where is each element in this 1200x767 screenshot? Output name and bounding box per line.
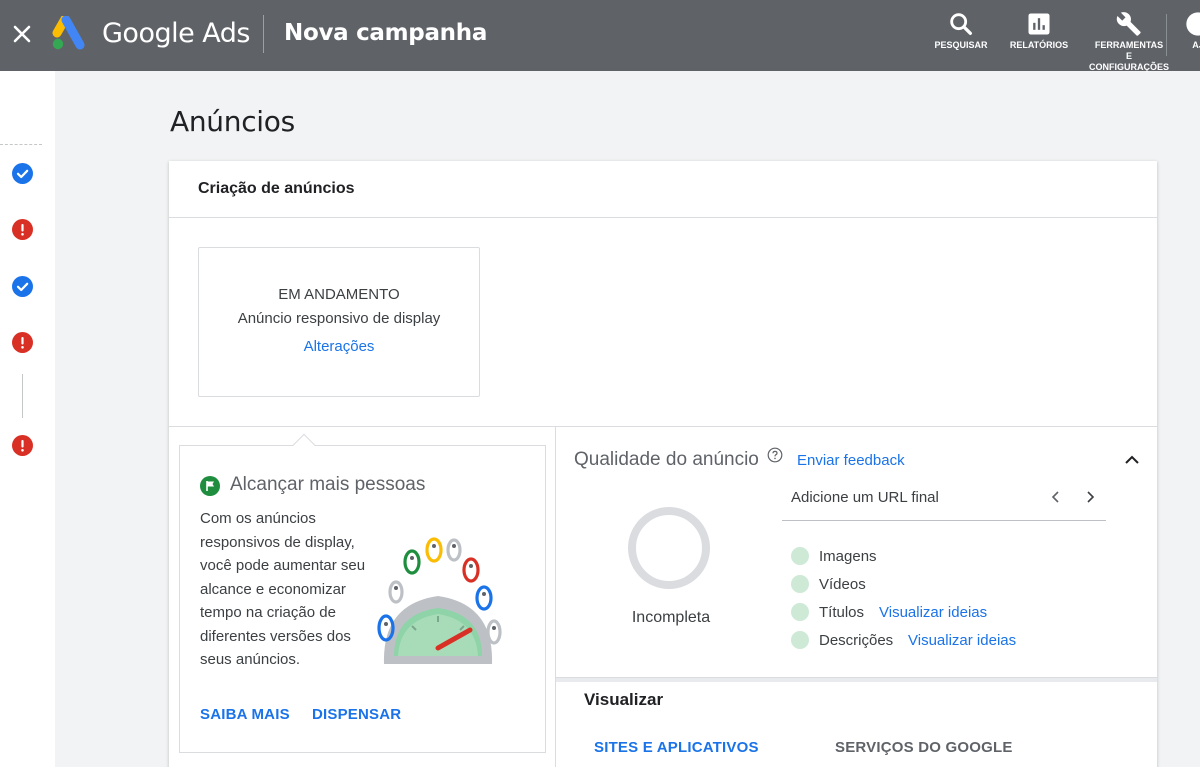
ad-creation-card: Criação de anúncios EM ANDAMENTO Anúncio… bbox=[169, 161, 1157, 767]
reports-button[interactable]: RELATÓRIOS bbox=[1008, 10, 1070, 51]
divider bbox=[263, 15, 264, 53]
status-dot bbox=[791, 575, 809, 593]
ad-status: EM ANDAMENTO bbox=[278, 286, 400, 303]
quality-item-label: Vídeos bbox=[819, 576, 866, 593]
tools-label-1: FERRAMENTAS bbox=[1094, 40, 1164, 50]
quality-prompt: Adicione um URL final bbox=[791, 489, 939, 506]
tools-label-2: E bbox=[1125, 51, 1132, 61]
help-icon bbox=[1178, 10, 1200, 38]
quality-item-headlines: Títulos Visualizar ideias bbox=[791, 601, 1131, 623]
page-title: Anúncios bbox=[170, 105, 295, 138]
ad-tile[interactable]: EM ANDAMENTO Anúncio responsivo de displ… bbox=[198, 247, 480, 397]
step-complete-icon[interactable] bbox=[12, 276, 33, 297]
quality-item-images: Imagens bbox=[791, 545, 1131, 567]
step-complete-icon[interactable] bbox=[12, 163, 33, 184]
tab-sites-and-apps[interactable]: SITES E APLICATIVOS bbox=[594, 739, 759, 756]
step-connector bbox=[22, 374, 23, 418]
search-label: PESQUISAR bbox=[934, 40, 988, 50]
learn-more-button[interactable]: SAIBA MAIS bbox=[200, 706, 290, 723]
view-ideas-link[interactable]: Visualizar ideias bbox=[908, 632, 1016, 649]
help-label: AJ bbox=[1192, 40, 1200, 50]
bar-chart-icon bbox=[1008, 10, 1070, 38]
reach-more-tip: Alcançar mais pessoas Com os anúncios re… bbox=[179, 433, 546, 753]
flag-icon bbox=[200, 476, 220, 496]
card-header: Criação de anúncios bbox=[169, 161, 1157, 218]
status-dot bbox=[791, 603, 809, 621]
preview-title: Visualizar bbox=[584, 690, 664, 709]
quality-item-label: Títulos bbox=[819, 604, 865, 621]
google-ads-logo-icon bbox=[52, 14, 90, 50]
product-name: Google Ads bbox=[102, 18, 251, 49]
ad-quality-title: Qualidade do anúncio bbox=[574, 449, 759, 470]
ad-type: Anúncio responsivo de display bbox=[237, 310, 441, 327]
quality-status: Incompleta bbox=[631, 609, 711, 626]
step-error-icon[interactable] bbox=[12, 435, 33, 456]
help-button[interactable]: AJ bbox=[1178, 10, 1200, 51]
chevron-up-icon[interactable] bbox=[1121, 449, 1143, 471]
quality-item-label: Imagens bbox=[819, 548, 877, 565]
page-context-title: Nova campanha bbox=[284, 20, 488, 46]
tip-pointer bbox=[292, 433, 316, 457]
top-app-bar: Google Ads Nova campanha PESQUISAR RELAT… bbox=[0, 0, 1200, 73]
status-dot bbox=[791, 631, 809, 649]
tip-body: Com os anúncios responsivos de display, … bbox=[200, 510, 366, 668]
chevron-right-icon[interactable] bbox=[1080, 487, 1100, 507]
reports-label: RELATÓRIOS bbox=[1009, 40, 1069, 50]
tip-title: Alcançar mais pessoas bbox=[230, 474, 426, 495]
step-error-icon[interactable] bbox=[12, 219, 33, 240]
wrench-icon bbox=[1088, 10, 1170, 38]
send-feedback-link[interactable]: Enviar feedback bbox=[797, 452, 905, 469]
tools-label-3: CONFIGURAÇÕES bbox=[1088, 62, 1169, 72]
quality-ring bbox=[624, 503, 714, 593]
tab-google-services[interactable]: SERVIÇOS DO GOOGLE bbox=[835, 739, 1013, 756]
divider bbox=[782, 520, 1106, 521]
step-error-icon[interactable] bbox=[12, 332, 33, 353]
search-icon bbox=[933, 10, 989, 38]
preview-section: Visualizar SITES E APLICATIVOS SERVIÇOS … bbox=[556, 677, 1157, 767]
divider bbox=[0, 144, 42, 145]
ad-edit-link[interactable]: Alterações bbox=[199, 338, 479, 355]
quality-item-videos: Vídeos bbox=[791, 573, 1131, 595]
quality-item-label: Descrições bbox=[819, 632, 894, 649]
help-circle-icon[interactable] bbox=[767, 447, 783, 463]
steps-rail bbox=[0, 71, 55, 767]
divider bbox=[1166, 14, 1167, 56]
card-title: Criação de anúncios bbox=[198, 180, 355, 197]
search-button[interactable]: PESQUISAR bbox=[933, 10, 989, 51]
divider bbox=[556, 678, 1157, 682]
quality-item-descriptions: Descrições Visualizar ideias bbox=[791, 629, 1131, 651]
status-dot bbox=[791, 547, 809, 565]
chevron-left-icon[interactable] bbox=[1046, 487, 1066, 507]
ad-quality-panel: Qualidade do anúncio Enviar feedback Inc… bbox=[556, 427, 1157, 677]
speedometer-illustration bbox=[372, 534, 512, 674]
close-icon[interactable] bbox=[10, 22, 34, 46]
dismiss-button[interactable]: DISPENSAR bbox=[312, 706, 401, 723]
view-ideas-link[interactable]: Visualizar ideias bbox=[879, 604, 987, 621]
tools-settings-button[interactable]: FERRAMENTAS E CONFIGURAÇÕES bbox=[1088, 10, 1170, 73]
